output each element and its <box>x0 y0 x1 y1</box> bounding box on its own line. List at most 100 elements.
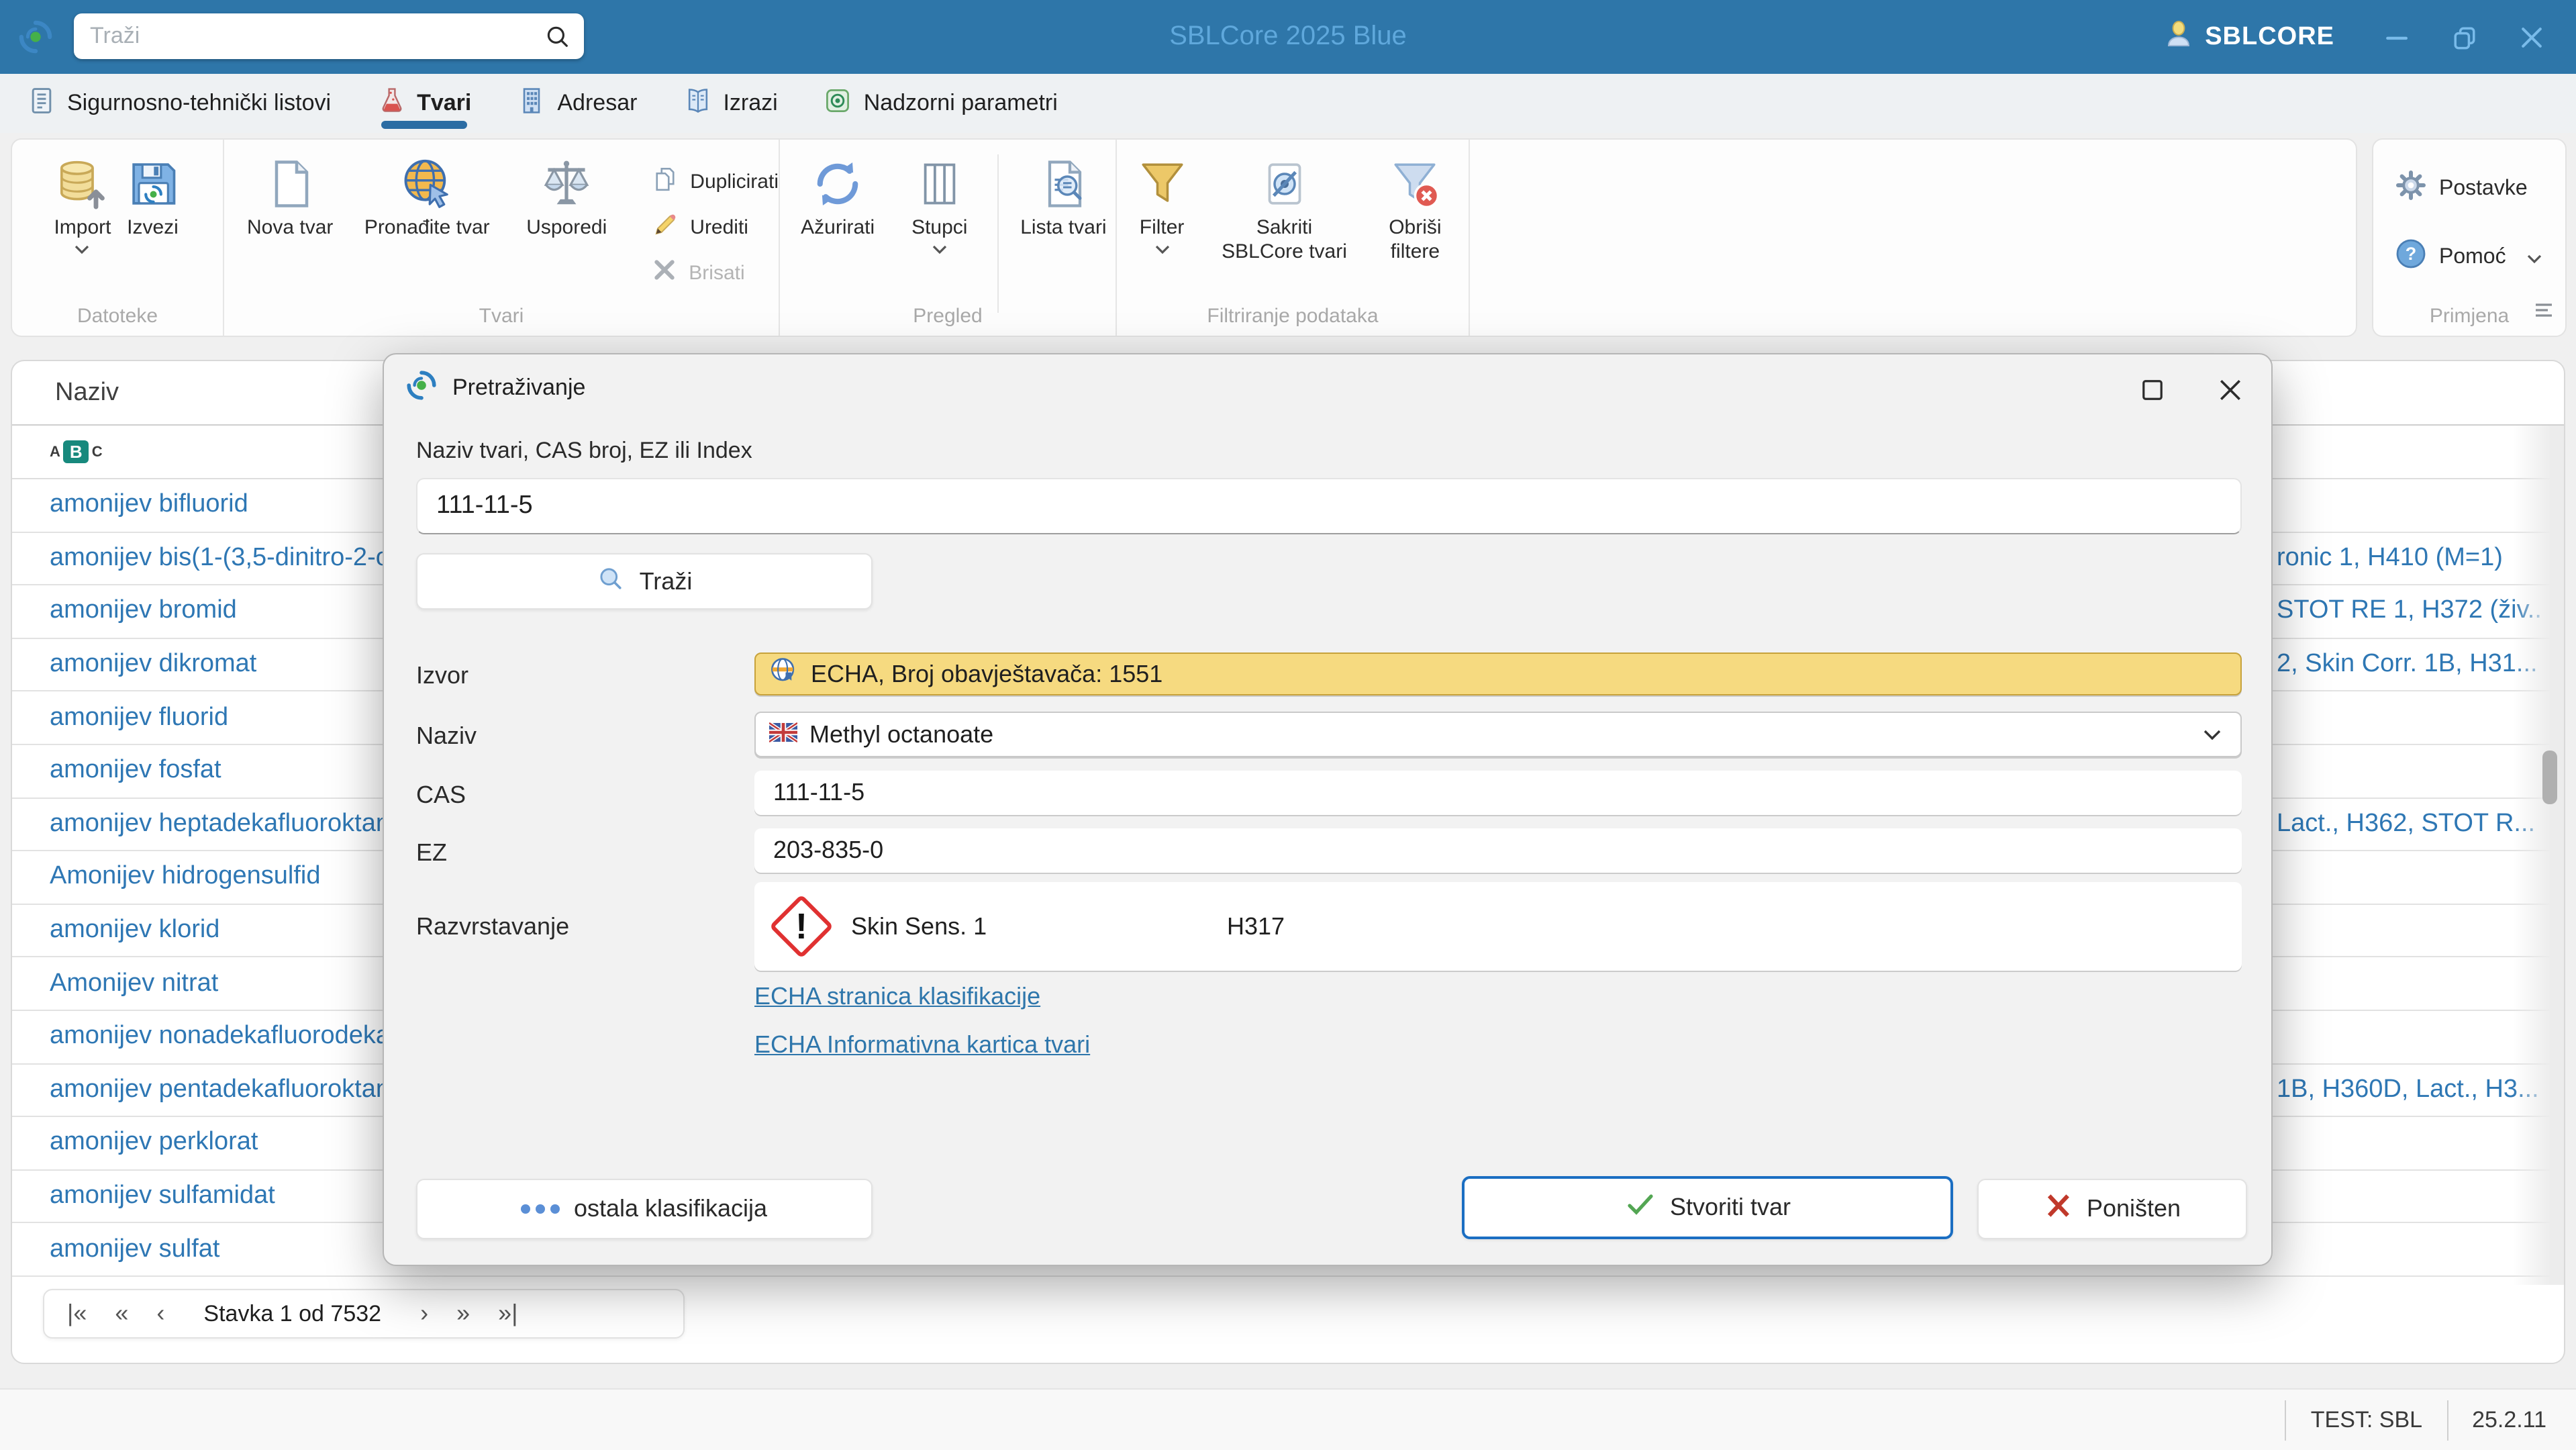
prev-page-button[interactable]: ‹ <box>156 1300 164 1328</box>
substance-name: amonijev nonadekafluorodekano <box>50 1022 419 1051</box>
global-search[interactable] <box>74 13 584 59</box>
export-button[interactable]: Izvezi <box>125 152 181 240</box>
tab-sigurnosno-tehnicki-listovi[interactable]: Sigurnosno-tehnički listovi <box>27 74 331 133</box>
last-page-button[interactable]: »| <box>498 1300 517 1328</box>
substance-name: Amonijev nitrat <box>50 969 219 998</box>
name-text: Methyl octanoate <box>809 720 994 747</box>
name-dropdown[interactable]: Methyl octanoate <box>754 712 2242 757</box>
ribbon-group-tvari: Nova tvar Pronađite tvar Usporedi Duplic… <box>224 140 780 336</box>
ribbon-group-pregled: Ažurirati Stupci Lista tvari Pregled <box>780 140 1117 336</box>
refresh-button[interactable]: Ažurirati <box>787 152 889 240</box>
hide-sblcore-substances-button[interactable]: Sakriti SBLCore tvari <box>1213 152 1355 264</box>
status-divider <box>2446 1400 2448 1440</box>
globe-search-icon <box>399 152 455 216</box>
substance-classification: ronic 1, H410 (M=1) <box>2277 543 2503 572</box>
other-classification-label: ostala klasifikacija <box>573 1195 768 1222</box>
filter-funnel-icon <box>1135 152 1189 216</box>
text-filter-icon[interactable]: A B C <box>50 440 103 463</box>
other-classification-button[interactable]: ostala klasifikacija <box>416 1179 873 1239</box>
app-logo-icon <box>17 19 54 62</box>
columns-button[interactable]: Stupci <box>902 152 977 255</box>
app-window: SBLCore 2025 Blue SBLCORE <box>0 0 2576 1450</box>
settings-button[interactable]: Postavke <box>2395 169 2565 208</box>
delete-x-icon <box>651 256 678 289</box>
substance-classification: 2, Skin Corr. 1B, H31... <box>2277 650 2538 679</box>
group-label-filtriranje: Filtriranje podataka <box>1207 305 1379 328</box>
tab-label: Adresar <box>557 90 638 115</box>
find-substance-button[interactable]: Pronađite tvar <box>362 152 491 240</box>
check-icon <box>1624 1188 1656 1227</box>
status-bar: TEST: SBL 25.2.11 <box>0 1388 2576 1450</box>
group-label-pregled: Pregled <box>913 305 983 328</box>
substance-name: amonijev klorid <box>50 916 220 945</box>
next-10-button[interactable]: » <box>456 1300 470 1328</box>
substance-name: amonijev fosfat <box>50 756 221 785</box>
chevron-down-icon <box>1154 244 1170 255</box>
ghs07-pictogram-icon: ! <box>769 893 834 959</box>
user-icon <box>2162 17 2194 56</box>
edit-button[interactable]: Urediti <box>651 211 779 244</box>
minimize-button[interactable] <box>2364 0 2431 74</box>
new-substance-button[interactable]: Nova tvar <box>231 152 349 240</box>
echa-infocard-link[interactable]: ECHA Informativna kartica tvari <box>754 1031 1090 1059</box>
dialog-close-button[interactable] <box>2210 369 2250 409</box>
query-input[interactable] <box>416 478 2242 534</box>
substance-name: amonijev pentadekafluoroktanoa <box>50 1075 419 1104</box>
ribbon-panel: Import Izvezi Datoteke Nova tvar Pronađi… <box>11 138 2357 337</box>
search-dialog: Pretraživanje Naziv tvari, CAS broj, EZ … <box>383 353 2273 1266</box>
columns-icon <box>914 152 965 216</box>
tab-izrazi[interactable]: Izrazi <box>683 74 778 133</box>
first-page-button[interactable]: |« <box>67 1300 87 1328</box>
gear-icon <box>2395 169 2427 208</box>
pencil-icon <box>651 211 679 244</box>
filter-button[interactable]: Filter <box>1124 152 1200 255</box>
duplicate-label: Duplicirati <box>690 171 779 193</box>
dialog-header[interactable]: Pretraživanje <box>384 354 2271 422</box>
column-header-label: Naziv <box>55 378 119 406</box>
group-label-datoteke: Datoteke <box>77 305 158 328</box>
user-menu[interactable]: SBLCORE <box>2162 17 2334 56</box>
prev-10-button[interactable]: « <box>115 1300 128 1328</box>
substance-name: amonijev heptadekafluoroktansu <box>50 809 417 838</box>
chevron-down-icon <box>932 244 948 255</box>
export-label: Izvezi <box>127 216 179 239</box>
dialog-search-button[interactable]: Traži <box>416 553 873 610</box>
tab-adresar[interactable]: Adresar <box>517 74 637 133</box>
substance-classification: Lact., H362, STOT R... <box>2277 809 2536 838</box>
clear-filters-label: Obriši filtere <box>1389 216 1442 263</box>
vertical-scrollbar-thumb[interactable] <box>2542 751 2557 804</box>
import-button[interactable]: Import <box>54 152 111 255</box>
create-substance-button[interactable]: Stvoriti tvar <box>1462 1176 1953 1239</box>
next-page-button[interactable]: › <box>420 1300 428 1328</box>
restore-button[interactable] <box>2431 0 2498 74</box>
scales-icon <box>538 152 595 216</box>
duplicate-button[interactable]: Duplicirati <box>651 165 779 199</box>
import-label: Import <box>54 216 111 239</box>
abc-b: B <box>62 440 89 463</box>
pagination-label: Stavka 1 od 7532 <box>203 1300 382 1326</box>
source-value[interactable]: ECHA, Broj obavještavača: 1551 <box>754 652 2242 695</box>
help-button[interactable]: ? Pomoć <box>2395 238 2565 277</box>
document-list-icon <box>27 85 56 122</box>
create-substance-label: Stvoriti tvar <box>1669 1194 1791 1220</box>
uk-flag-icon <box>768 720 799 748</box>
new-substance-label: Nova tvar <box>247 216 334 239</box>
hide-sblcore-substances-label: Sakriti SBLCore tvari <box>1222 216 1347 263</box>
delete-button[interactable]: Brisati <box>651 256 779 289</box>
tab-nadzorni-parametri[interactable]: Nadzorni parametri <box>824 74 1058 133</box>
clear-filters-button[interactable]: Obriši filtere <box>1369 152 1462 264</box>
tab-tvari[interactable]: Tvari <box>377 74 471 133</box>
echa-classification-link[interactable]: ECHA stranica klasifikacije <box>754 983 1040 1011</box>
classification-label: Razvrstavanje <box>416 913 570 940</box>
search-icon[interactable] <box>544 22 572 50</box>
ec-text: 203-835-0 <box>773 836 884 863</box>
dialog-maximize-button[interactable] <box>2132 369 2172 409</box>
dialog-search-label: Traži <box>639 567 693 594</box>
user-name: SBLCORE <box>2205 22 2334 50</box>
compare-button[interactable]: Usporedi <box>505 152 628 240</box>
global-search-input[interactable] <box>74 21 544 51</box>
cancel-button[interactable]: Poništen <box>1977 1179 2247 1239</box>
close-button[interactable] <box>2498 0 2565 74</box>
menu-lines-icon[interactable] <box>2534 301 2553 325</box>
substance-list-button[interactable]: Lista tvari <box>1018 152 1109 240</box>
